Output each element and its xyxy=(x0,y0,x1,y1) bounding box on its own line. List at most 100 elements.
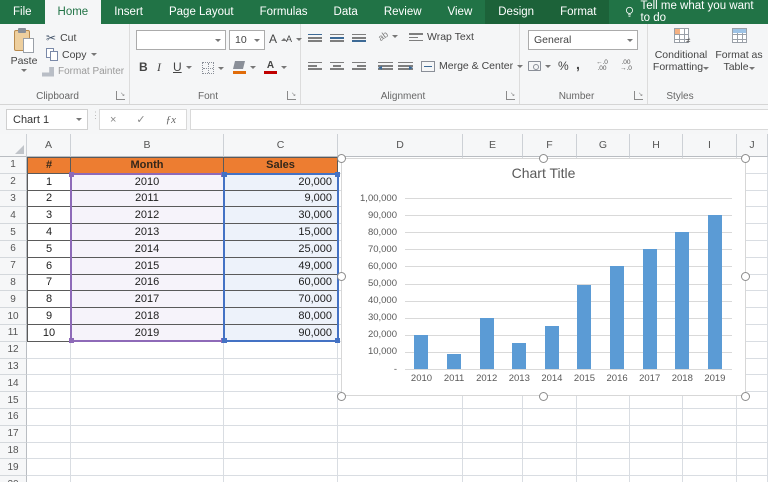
format-painter-button[interactable]: Format Painter xyxy=(42,66,124,77)
format-as-table-button[interactable]: Format as Table xyxy=(712,28,766,73)
align-center-button[interactable] xyxy=(330,60,344,71)
tab-page-layout[interactable]: Page Layout xyxy=(156,0,247,24)
underline-button[interactable]: U xyxy=(173,60,192,74)
font-dialog-launcher-icon[interactable]: ↘ xyxy=(287,91,296,100)
row-header-2[interactable]: 2 xyxy=(0,173,27,191)
row-header-10[interactable]: 10 xyxy=(0,308,27,325)
number-dialog-launcher-icon[interactable]: ↘ xyxy=(634,91,643,100)
x-axis-label[interactable]: 2019 xyxy=(698,373,731,384)
cell-I17[interactable] xyxy=(683,425,737,443)
chart-bar-2018[interactable] xyxy=(675,232,690,369)
cell-G19[interactable] xyxy=(577,459,630,477)
row-header-6[interactable]: 6 xyxy=(0,240,27,258)
y-axis-label[interactable]: 60,000 xyxy=(342,261,397,272)
table-cell-C1[interactable]: Sales xyxy=(224,157,338,174)
row-header-18[interactable]: 18 xyxy=(0,442,27,460)
cell-F16[interactable] xyxy=(523,408,577,426)
formula-input[interactable] xyxy=(190,109,768,130)
chart-title[interactable]: Chart Title xyxy=(342,165,745,181)
cell-G18[interactable] xyxy=(577,442,630,460)
table-cell-C3[interactable]: 9,000 xyxy=(224,190,338,208)
row-header-19[interactable]: 19 xyxy=(0,459,27,477)
tab-home[interactable]: Home xyxy=(44,0,102,24)
wrap-text-button[interactable]: Wrap Text xyxy=(409,31,474,43)
column-header-E[interactable]: E xyxy=(463,134,523,157)
cell-H19[interactable] xyxy=(630,459,683,477)
table-cell-A8[interactable]: 7 xyxy=(27,274,71,292)
cell-G16[interactable] xyxy=(577,408,630,426)
cell-B12[interactable] xyxy=(71,341,224,359)
table-cell-A1[interactable]: # xyxy=(27,157,71,174)
x-axis-label[interactable]: 2010 xyxy=(405,373,438,384)
table-cell-A3[interactable]: 2 xyxy=(27,190,71,208)
enter-icon[interactable]: ✓ xyxy=(136,113,145,126)
table-cell-B6[interactable]: 2014 xyxy=(71,240,224,258)
row-header-14[interactable]: 14 xyxy=(0,375,27,393)
cell-H16[interactable] xyxy=(630,408,683,426)
chart-resize-handle-bottom-center[interactable] xyxy=(539,392,548,401)
tab-design[interactable]: Design xyxy=(485,0,548,24)
table-cell-C4[interactable]: 30,000 xyxy=(224,207,338,225)
accounting-format-button[interactable] xyxy=(528,61,551,71)
middle-align-button[interactable] xyxy=(330,32,344,43)
fill-color-button[interactable] xyxy=(233,61,256,74)
name-box-resize-handle[interactable]: ⋮ xyxy=(91,111,100,126)
chart-resize-handle-middle-right[interactable] xyxy=(741,272,750,281)
y-axis-label[interactable]: 1,00,000 xyxy=(342,193,397,204)
font-name-combo[interactable] xyxy=(136,30,226,50)
chart-resize-handle-top-left[interactable] xyxy=(337,154,346,163)
chart-resize-handle-middle-left[interactable] xyxy=(337,272,346,281)
chart-bar-2015[interactable] xyxy=(577,285,592,369)
table-cell-C6[interactable]: 25,000 xyxy=(224,240,338,258)
row-header-9[interactable]: 9 xyxy=(0,291,27,309)
chart-bar-2011[interactable] xyxy=(446,353,461,369)
column-header-A[interactable]: A xyxy=(27,134,71,157)
table-cell-A2[interactable]: 1 xyxy=(27,173,71,191)
select-all-corner[interactable] xyxy=(0,134,27,157)
tab-review[interactable]: Review xyxy=(371,0,435,24)
table-cell-A11[interactable]: 10 xyxy=(27,324,71,342)
chart-bar-2012[interactable] xyxy=(479,317,494,369)
cell-G20[interactable] xyxy=(577,476,630,482)
cell-J20[interactable] xyxy=(737,476,768,482)
y-axis-label[interactable]: 40,000 xyxy=(342,295,397,306)
table-cell-C2[interactable]: 20,000 xyxy=(224,173,338,191)
cell-C14[interactable] xyxy=(224,375,338,393)
shrink-font-button[interactable]: A xyxy=(286,34,303,44)
row-header-17[interactable]: 17 xyxy=(0,425,27,443)
column-header-J[interactable]: J xyxy=(737,134,768,157)
cell-E16[interactable] xyxy=(463,408,523,426)
y-axis-label[interactable]: 30,000 xyxy=(342,312,397,323)
row-header-20[interactable]: 20 xyxy=(0,476,27,482)
table-cell-C11[interactable]: 90,000 xyxy=(224,324,338,342)
chart-bar-2010[interactable] xyxy=(414,334,429,369)
font-color-button[interactable]: A xyxy=(264,61,287,74)
grow-font-button[interactable]: A xyxy=(269,32,288,46)
cell-E18[interactable] xyxy=(463,442,523,460)
chart-bar-2016[interactable] xyxy=(609,266,624,369)
x-axis-label[interactable]: 2011 xyxy=(438,373,471,384)
table-cell-C5[interactable]: 15,000 xyxy=(224,224,338,241)
column-header-F[interactable]: F xyxy=(523,134,577,157)
table-cell-B4[interactable]: 2012 xyxy=(71,207,224,225)
cell-A17[interactable] xyxy=(27,425,71,443)
y-axis-label[interactable]: 90,000 xyxy=(342,210,397,221)
tab-file[interactable]: File xyxy=(0,0,45,24)
cell-J16[interactable] xyxy=(737,408,768,426)
row-header-7[interactable]: 7 xyxy=(0,257,27,275)
increase-decimal-button[interactable]: ←.0 .00 xyxy=(596,59,608,72)
name-box[interactable]: Chart 1 xyxy=(6,109,88,130)
cell-B13[interactable] xyxy=(71,358,224,376)
merge-center-button[interactable]: Merge & Center xyxy=(421,60,524,72)
cell-A18[interactable] xyxy=(27,442,71,460)
table-cell-A5[interactable]: 4 xyxy=(27,224,71,241)
table-cell-C8[interactable]: 60,000 xyxy=(224,274,338,292)
table-cell-A7[interactable]: 6 xyxy=(27,257,71,275)
cell-C16[interactable] xyxy=(224,408,338,426)
column-header-B[interactable]: B xyxy=(71,134,224,157)
column-header-H[interactable]: H xyxy=(630,134,683,157)
row-header-4[interactable]: 4 xyxy=(0,207,27,225)
row-header-12[interactable]: 12 xyxy=(0,341,27,359)
y-axis-label[interactable]: 20,000 xyxy=(342,329,397,340)
comma-style-button[interactable]: , xyxy=(576,56,580,72)
